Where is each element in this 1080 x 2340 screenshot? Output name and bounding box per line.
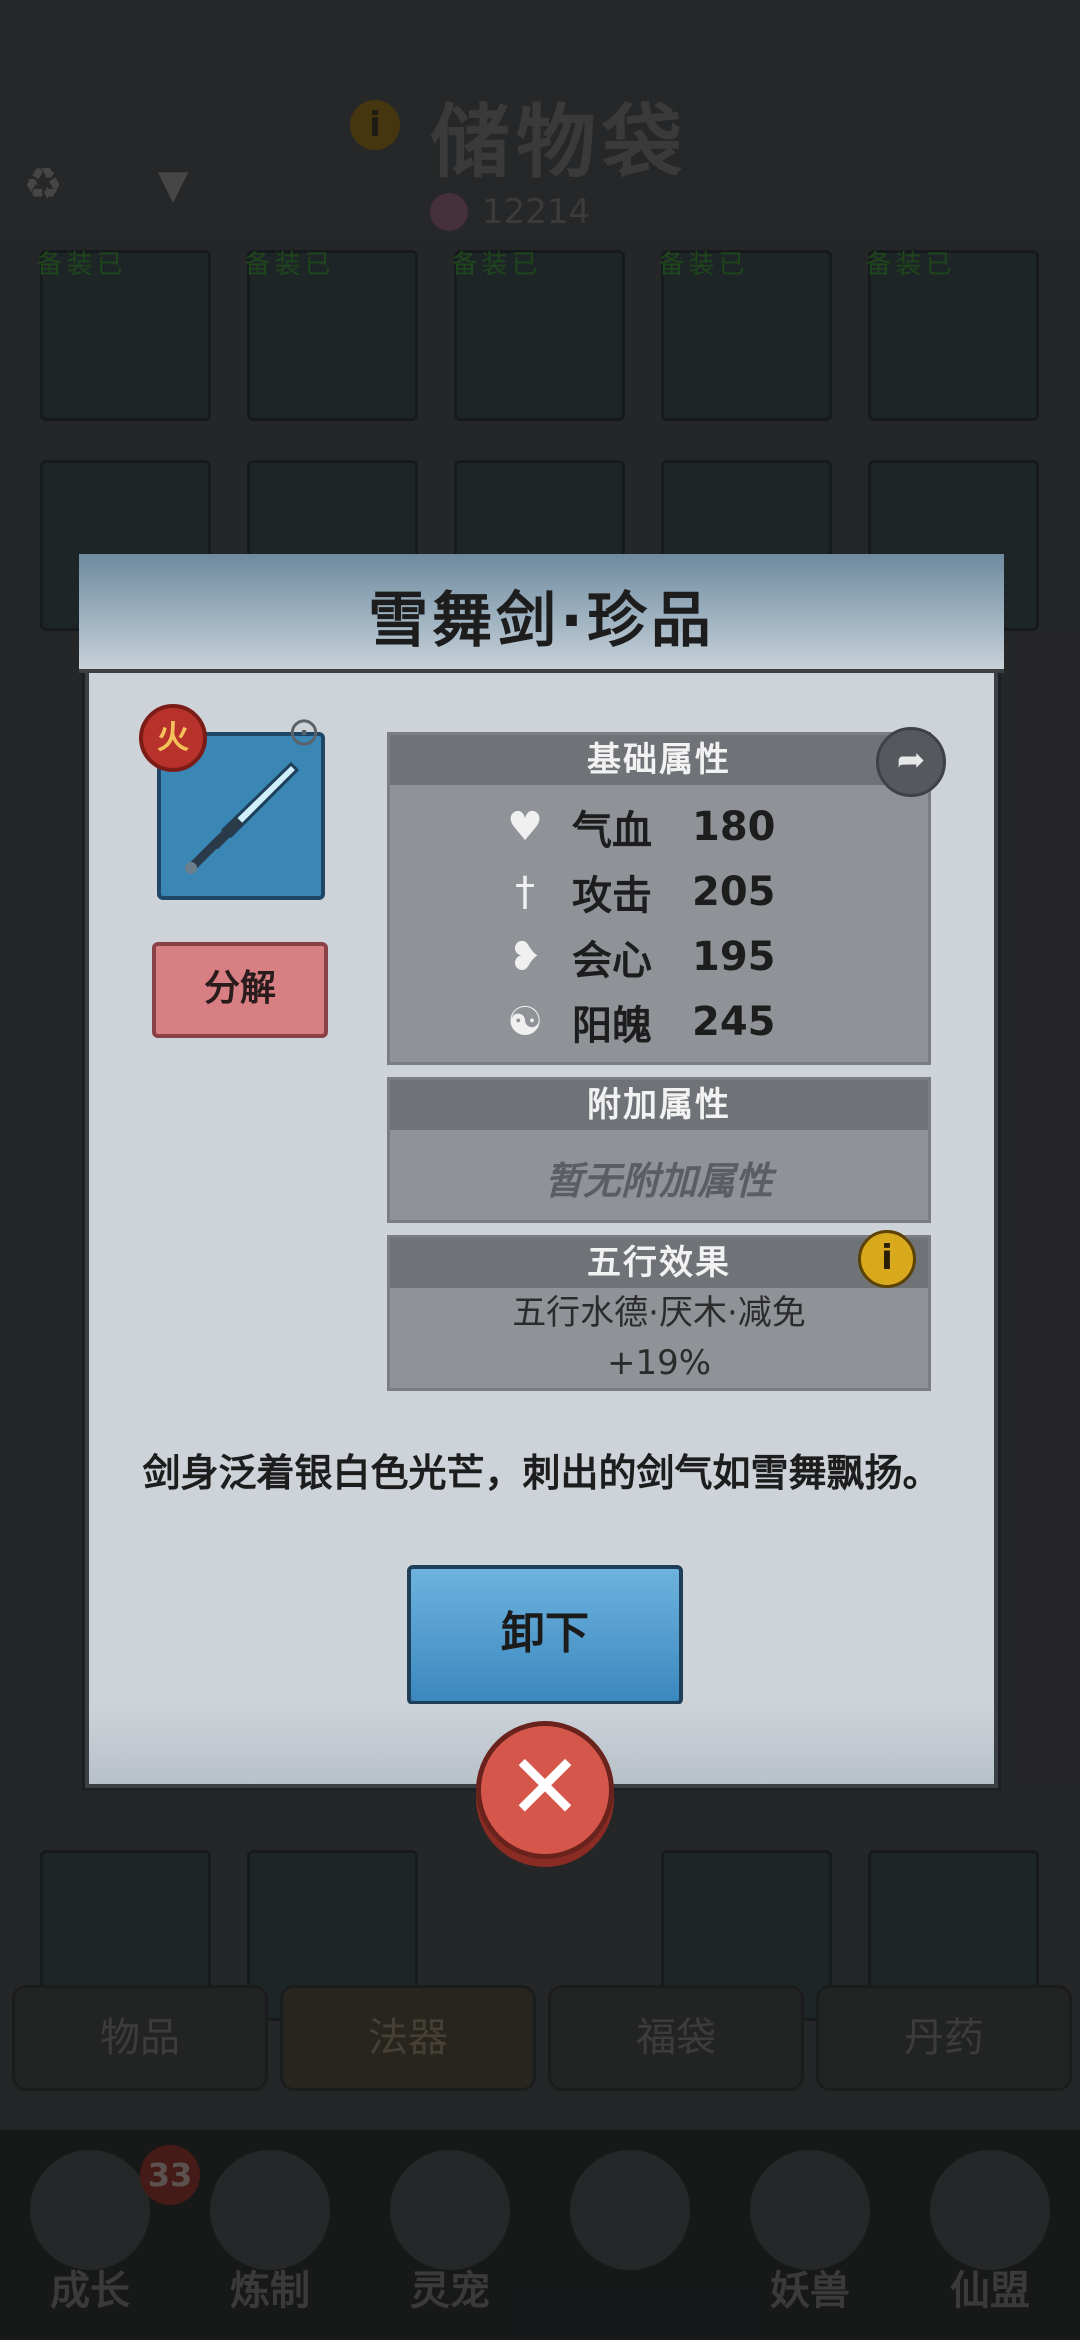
item-description: 剑身泛着银白色光芒，刺出的剑气如雪舞飘扬。 <box>142 1451 941 1495</box>
panel-header: 附加属性 <box>390 1080 928 1130</box>
unequip-button[interactable]: 卸下 <box>407 1565 683 1705</box>
decompose-button[interactable]: 分解 <box>152 942 328 1038</box>
info-icon[interactable]: i <box>858 1230 916 1288</box>
panel-header: 基础属性 <box>390 735 928 785</box>
dialog-title: 雪舞剑·珍品 <box>368 586 715 656</box>
panel-header: 五行效果 <box>390 1238 928 1288</box>
stat-name: 气血 <box>572 808 652 854</box>
five-elements-panel: 五行效果 i 五行水德·厌木·减免 +19% <box>387 1230 931 1391</box>
close-icon: ✕ <box>507 1735 583 1840</box>
empty-state-text: 暂无附加属性 <box>544 1159 773 1203</box>
heart-icon: ♥ <box>507 804 543 850</box>
share-icon[interactable]: ➦ <box>876 727 946 797</box>
stat-value: 205 <box>692 869 776 915</box>
lock-icon[interactable]: ⊙ <box>279 707 329 757</box>
stat-value: 180 <box>692 804 776 850</box>
dialog-header: 雪舞剑·珍品 <box>79 554 1004 673</box>
five-elements-effect: 五行水德·厌木·减免 +19% <box>390 1288 928 1388</box>
element-badge: 火 <box>139 704 207 772</box>
basic-attributes-panel: 基础属性 ➦ ♥ 气血 180 † 攻击 205 ❥ 会心 195 ☯ 阳魄 2… <box>387 727 946 1065</box>
item-detail-dialog: 雪舞剑·珍品 火 ⊙ 分解 基础属性 ➦ ♥ 气血 180 † 攻击 205 ❥… <box>79 554 1004 1788</box>
stat-value: 195 <box>692 934 776 980</box>
stat-name: 阳魄 <box>572 1003 652 1049</box>
stat-row: ☯ 阳魄 245 <box>500 992 776 1052</box>
extra-attributes-panel: 附加属性 暂无附加属性 <box>387 1077 931 1223</box>
sword-icon: † <box>515 869 535 915</box>
stat-row: † 攻击 205 <box>500 862 776 922</box>
stat-row: ♥ 气血 180 <box>500 797 776 857</box>
sword-icon <box>185 761 300 874</box>
close-button[interactable]: ✕ <box>476 1721 614 1859</box>
stat-name: 攻击 <box>572 873 652 919</box>
stat-row: ❥ 会心 195 <box>500 927 776 987</box>
stat-value: 245 <box>692 999 776 1045</box>
effect-value: +19% <box>606 1343 712 1383</box>
crit-heart-icon: ❥ <box>508 934 542 980</box>
effect-line: 五行水德·厌木·减免 <box>512 1293 806 1333</box>
stat-name: 会心 <box>572 938 652 984</box>
flame-icon: ☯ <box>507 999 543 1045</box>
